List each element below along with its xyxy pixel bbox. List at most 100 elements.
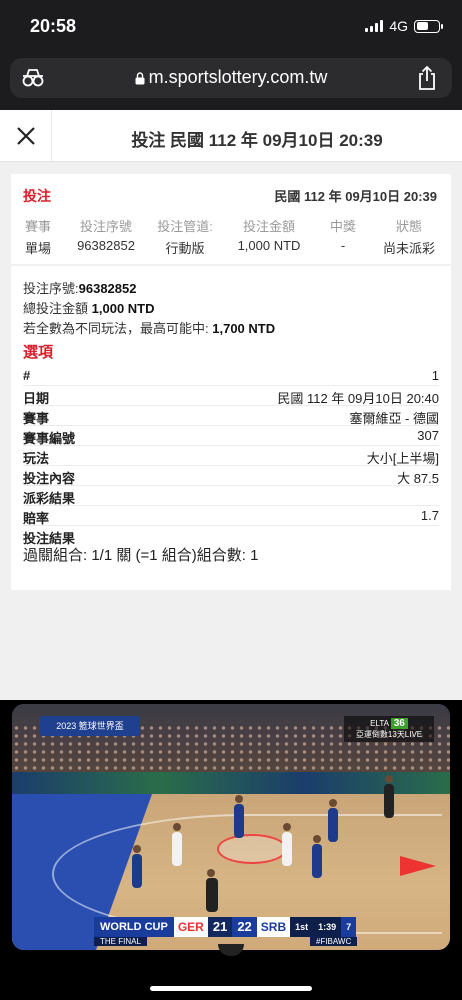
close-button[interactable]	[0, 110, 52, 162]
option-row: 賠率 1.7	[23, 506, 439, 526]
option-value: 307	[417, 428, 439, 443]
bet-label: 投注	[23, 188, 51, 204]
page-header: 投注 民國 112 年 09月10日 20:39	[0, 110, 462, 162]
option-key: 賠率	[23, 511, 50, 526]
signal-icon	[365, 20, 384, 32]
summary-value: 96382852	[77, 238, 135, 253]
option-row: 投注結果	[23, 526, 439, 546]
scorebug-clock: 1:39	[313, 917, 342, 937]
options-title: 選項	[23, 344, 54, 361]
status-time: 20:58	[30, 16, 77, 36]
serial-value: 96382852	[78, 281, 137, 296]
player	[234, 795, 244, 838]
address-bar[interactable]: m.sportslottery.com.tw	[10, 58, 452, 98]
scorebug: WORLD CUP GER 21 22 SRB 1st 1:39 7	[94, 917, 357, 937]
summary-value: 1,000 NTD	[237, 238, 301, 253]
option-value: 1.7	[420, 508, 439, 523]
bet-detail-card: 投注序號:96382852 總投注金額 1,000 NTD 若全數為不同玩法，最…	[11, 266, 451, 590]
summary-value: 單場	[24, 241, 51, 256]
summary-col: 中獎 -	[317, 216, 369, 257]
referee	[384, 775, 394, 818]
option-key: #	[23, 368, 31, 383]
summary-header: 投注金額	[242, 219, 295, 234]
option-value: 大 87.5	[397, 471, 439, 486]
battery-icon	[414, 19, 443, 33]
broadcast-logo: 2023 籃球世界盃	[40, 716, 140, 736]
option-value: 大小[上半場]	[366, 451, 439, 466]
summary-value: -	[340, 238, 346, 253]
channel-caption: 亞運倒數13天LIVE	[355, 730, 423, 739]
option-row: #1	[23, 366, 439, 386]
center-court-logo	[217, 834, 287, 864]
summary-value: 行動版	[165, 241, 205, 256]
scorebug-hashtag: #FIBAWC	[310, 937, 358, 946]
summary-header: 投注序號	[79, 219, 132, 234]
option-row: 賽事編號 307	[23, 426, 439, 446]
total-value: 1,000 NTD	[91, 301, 155, 316]
option-value: 1	[431, 368, 439, 383]
serial-label: 投注序號:	[23, 281, 79, 296]
page-title: 投注 民國 112 年 09月10日 20:39	[131, 131, 383, 150]
summary-col: 投注管道: 行動版	[149, 216, 221, 257]
summary-header: 狀態	[395, 219, 422, 234]
home-indicator[interactable]	[150, 986, 312, 991]
court-line	[52, 814, 442, 934]
scorebug-score1: 21	[207, 917, 233, 937]
share-icon[interactable]	[416, 65, 438, 91]
max-win-label: 若全數為不同玩法，最高可能中:	[23, 321, 209, 336]
option-value: 民國 112 年 09月10日 20:40	[277, 391, 439, 406]
option-key: 玩法	[23, 451, 50, 466]
max-win-line: 若全數為不同玩法，最高可能中: 1,700 NTD	[23, 318, 275, 337]
player	[282, 823, 292, 866]
player	[132, 845, 142, 888]
option-row: 日期 民國 112 年 09月10日 20:40	[23, 386, 439, 406]
summary-col: 狀態 尚未派彩	[369, 216, 449, 257]
summary-col: 賽事 單場	[13, 216, 63, 257]
channel-number: 36	[390, 718, 408, 729]
option-key: 日期	[23, 391, 50, 406]
player	[328, 799, 338, 842]
option-row: 賽事 塞爾維亞 - 德國	[23, 406, 439, 426]
total-line: 總投注金額 1,000 NTD	[23, 298, 155, 317]
referee	[206, 869, 218, 912]
summary-col: 投注序號 96382852	[63, 216, 149, 257]
scorebug-team1: GER	[173, 917, 208, 937]
bet-summary-card: 投注 民國 112 年 09月10日 20:39 賽事 單場 投注序號 9638…	[11, 174, 451, 264]
option-key: 投注內容	[23, 471, 76, 486]
scorebug-subtitle: THE FINAL	[94, 937, 147, 946]
option-row: 派彩結果	[23, 486, 439, 506]
video-player[interactable]: 2023 籃球世界盃 ELTA 36 亞運倒數13天LIVE WORLD CUP…	[12, 704, 450, 950]
option-row: 投注內容 大 87.5	[23, 466, 439, 486]
summary-value: 尚未派彩	[382, 241, 435, 256]
option-value: 塞爾維亞 - 德國	[349, 411, 439, 426]
option-key: 派彩結果	[23, 491, 76, 506]
summary-col: 投注金額 1,000 NTD	[221, 216, 317, 257]
url-text: m.sportslottery.com.tw	[148, 67, 328, 87]
url-display[interactable]: m.sportslottery.com.tw	[10, 67, 452, 88]
scorebug-event: WORLD CUP	[94, 917, 174, 937]
channel-logo: ELTA 36 亞運倒數13天LIVE	[344, 716, 434, 742]
pip-handle[interactable]	[218, 944, 244, 956]
option-row: 玩法 大小[上半場]	[23, 446, 439, 466]
option-key: 賽事	[23, 411, 50, 426]
summary-header: 投注管道:	[157, 219, 213, 234]
bet-detail-page: 投注 民國 112 年 09月10日 20:39 投注 民國 112 年 09月…	[0, 110, 462, 700]
player	[312, 835, 322, 878]
summary-grid: 賽事 單場 投注序號 96382852 投注管道: 行動版 投注金額 1,000…	[11, 216, 451, 257]
option-key: 賽事編號	[23, 431, 76, 446]
summary-header: 中獎	[329, 219, 356, 234]
close-icon	[16, 127, 35, 145]
max-win-value: 1,700 NTD	[212, 321, 276, 336]
summary-header: 賽事	[24, 219, 51, 234]
browser-chrome: 20:58 4G m.sportslottery.com.tw	[0, 0, 462, 110]
bet-date: 民國 112 年 09月10日 20:39	[274, 189, 437, 204]
total-label: 總投注金額	[23, 301, 89, 316]
status-indicators: 4G	[365, 18, 443, 34]
channel-name: ELTA	[370, 719, 389, 728]
serial-line: 投注序號:96382852	[23, 278, 136, 297]
scorebug-score2: 22	[232, 917, 257, 937]
network-type: 4G	[389, 18, 408, 34]
scorebug-quarter: 1st	[290, 917, 314, 937]
player	[172, 823, 182, 866]
scorebug-team2: SRB	[256, 917, 291, 937]
